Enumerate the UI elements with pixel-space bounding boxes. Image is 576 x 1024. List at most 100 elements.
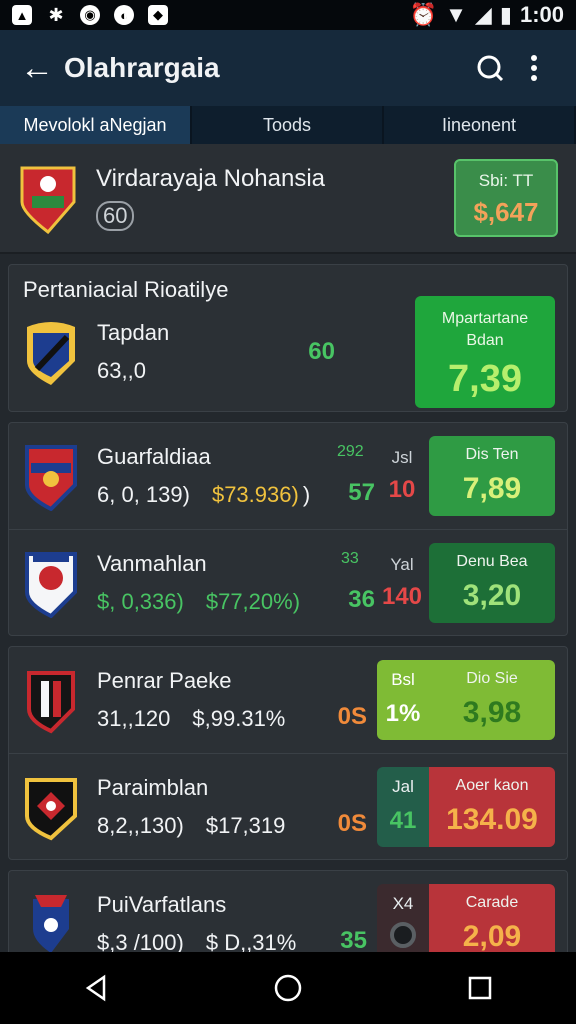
featured-card-label: Sbi: TT <box>478 171 534 190</box>
mid-stat-label: X4 <box>392 894 414 913</box>
team-stat: 63,,0 <box>97 358 146 383</box>
team-name: Paraimblan <box>97 774 209 800</box>
page-title: Olahrargaia <box>64 52 220 83</box>
search-icon[interactable] <box>468 53 512 83</box>
odds-card-label: Aoer kaon <box>455 776 529 794</box>
team-stat: $, 0,336) <box>97 588 184 614</box>
team-logo-icon <box>27 671 75 734</box>
notification-icon: ✱ <box>48 4 64 25</box>
team-logo-icon <box>33 895 69 952</box>
system-nav-bar <box>0 952 576 1024</box>
team-name: Vanmahlan <box>97 550 207 576</box>
section-group-4: PuiVarfatlans $,3 /100) $ D,,31% 35 X4 C… <box>8 870 568 952</box>
team-tag: 33 <box>341 550 359 567</box>
tab-1[interactable]: Mevolokl aNegjan <box>0 106 192 144</box>
odds-card-label: Denu Bea <box>456 552 528 570</box>
team-crest-icon <box>20 166 76 234</box>
mid-stat: Jal 41 <box>377 766 429 847</box>
featured-odds-card[interactable]: Sbi: TT $,647 <box>454 159 558 237</box>
team-score: 57 <box>348 479 375 506</box>
mid-stat-label: Jsl <box>391 448 413 467</box>
alarm-icon: ⏰ <box>409 2 438 27</box>
mid-stat: Bsl 1% <box>377 660 429 740</box>
section-group-1: Pertaniacial Rioatilye Tapdan 63,,0 60 M… <box>8 264 568 412</box>
odds-card[interactable]: Mpartartane Bdan 7,39 <box>415 296 555 408</box>
team-money: $17,319 <box>205 812 286 838</box>
odds-card-value: 134.09 <box>446 802 538 836</box>
image-icon: ▲ <box>12 5 32 25</box>
list-item[interactable]: Tapdan 63,,0 60 Mpartartane Bdan 7,39 <box>9 293 567 411</box>
odds-card-value: 3,20 <box>462 578 522 612</box>
tab-2[interactable]: Toods <box>192 106 384 144</box>
team-tag: 292 <box>337 443 364 460</box>
odds-card[interactable]: Carade 2,09 <box>429 884 555 952</box>
list-item[interactable]: Vanmahlan $, 0,336) $77,20%) 33 36 Yal 1… <box>9 529 567 635</box>
odds-card-value: 3,98 <box>462 696 522 729</box>
record-icon <box>390 922 416 948</box>
mid-stat-label: Jal <box>392 776 414 796</box>
team-name: Guarfaldiaa <box>97 444 211 469</box>
featured-team-sub: 60 <box>96 201 135 231</box>
mid-stat-value: 140 <box>381 582 423 610</box>
team-score: 60 <box>308 338 335 365</box>
odds-card-value: 7,89 <box>462 472 522 505</box>
odds-card[interactable]: Dis Ten 7,89 <box>429 436 555 516</box>
team-stat: 6, 0, 139) <box>97 482 190 507</box>
team-stat: 31,,120 <box>97 706 171 731</box>
signal-icon: ◢ <box>474 2 492 27</box>
status-time: 1:00 <box>519 2 564 27</box>
mid-stat-value: 10 <box>388 476 416 503</box>
nav-home-icon[interactable] <box>258 958 318 1018</box>
team-money-suffix: ) <box>302 482 311 507</box>
team-score: 0S <box>337 703 367 730</box>
mid-stat-value: 1% <box>385 700 421 727</box>
odds-card-label: Mpartartane <box>441 310 529 327</box>
featured-team[interactable]: Virdarayaja Nohansia 60 Sbi: TT $,647 <box>0 144 576 254</box>
team-score: 0S <box>337 809 367 837</box>
team-stat: 8,2,,130) <box>97 812 184 838</box>
tab-bar: Mevolokl aNegjan Toods Iineonent <box>0 106 576 144</box>
odds-card[interactable]: Dio Sie 3,98 <box>429 660 555 740</box>
mid-stat-label: Yal <box>390 554 414 574</box>
team-money: $77,20%) <box>205 588 301 614</box>
list-item[interactable]: Paraimblan 8,2,,130) $17,319 0S Jal 41 A… <box>9 753 567 859</box>
featured-card-value: $,647 <box>473 197 539 227</box>
team-logo-icon <box>25 777 77 840</box>
team-name: PuiVarfatlans <box>97 892 227 917</box>
mid-stat: Jsl 10 <box>375 448 429 504</box>
team-score: 35 <box>340 927 367 952</box>
list-item[interactable]: PuiVarfatlans $,3 /100) $ D,,31% 35 X4 C… <box>9 871 567 952</box>
list-item[interactable]: Guarfaldiaa 6, 0, 139) $73.936)) 292 57 … <box>9 423 567 529</box>
odds-card-value: 2,09 <box>462 920 522 952</box>
mid-stat: Yal 140 <box>375 555 429 611</box>
nav-recents-icon[interactable] <box>450 958 510 1018</box>
odds-card[interactable]: Aoer kaon 134.09 <box>429 766 555 847</box>
odds-card-label: Dio Sie <box>466 670 518 687</box>
mid-stat: X4 <box>377 884 429 952</box>
mid-stat-value: 41 <box>389 806 417 834</box>
battery-icon: ▮ <box>499 2 512 27</box>
app-bar: ← Olahrargaia <box>0 30 576 106</box>
team-money: $ D,,31% <box>205 930 297 952</box>
list-item[interactable]: Penrar Paeke 31,,120 $,99.31% 0S Bsl 1% … <box>9 647 567 753</box>
team-stat: $,3 /100) <box>97 930 184 952</box>
nav-back-icon[interactable] <box>66 958 126 1018</box>
more-options-icon[interactable] <box>512 54 556 82</box>
target-icon: ◉ <box>80 5 100 25</box>
section-group-3: Penrar Paeke 31,,120 $,99.31% 0S Bsl 1% … <box>8 646 568 860</box>
match-list: Virdarayaja Nohansia 60 Sbi: TT $,647 Pe… <box>0 144 576 952</box>
odds-card-label: Dis Ten <box>465 446 519 463</box>
odds-card-sublabel: Bdan <box>466 332 504 349</box>
odds-card[interactable]: Denu Bea 3,20 <box>429 542 555 623</box>
team-money: $73.936) <box>211 482 299 507</box>
app-icon: ◐ <box>114 5 134 25</box>
section-group-2: Guarfaldiaa 6, 0, 139) $73.936)) 292 57 … <box>8 422 568 636</box>
team-logo-icon <box>27 322 75 385</box>
team-logo-icon <box>25 445 77 511</box>
mid-stat-label: Bsl <box>391 670 415 689</box>
odds-card-label: Carade <box>465 894 519 911</box>
shield-icon: ◆ <box>148 5 168 25</box>
team-name: Penrar Paeke <box>97 668 232 693</box>
tab-3[interactable]: Iineonent <box>384 106 576 144</box>
back-arrow-icon[interactable]: ← <box>20 49 64 88</box>
